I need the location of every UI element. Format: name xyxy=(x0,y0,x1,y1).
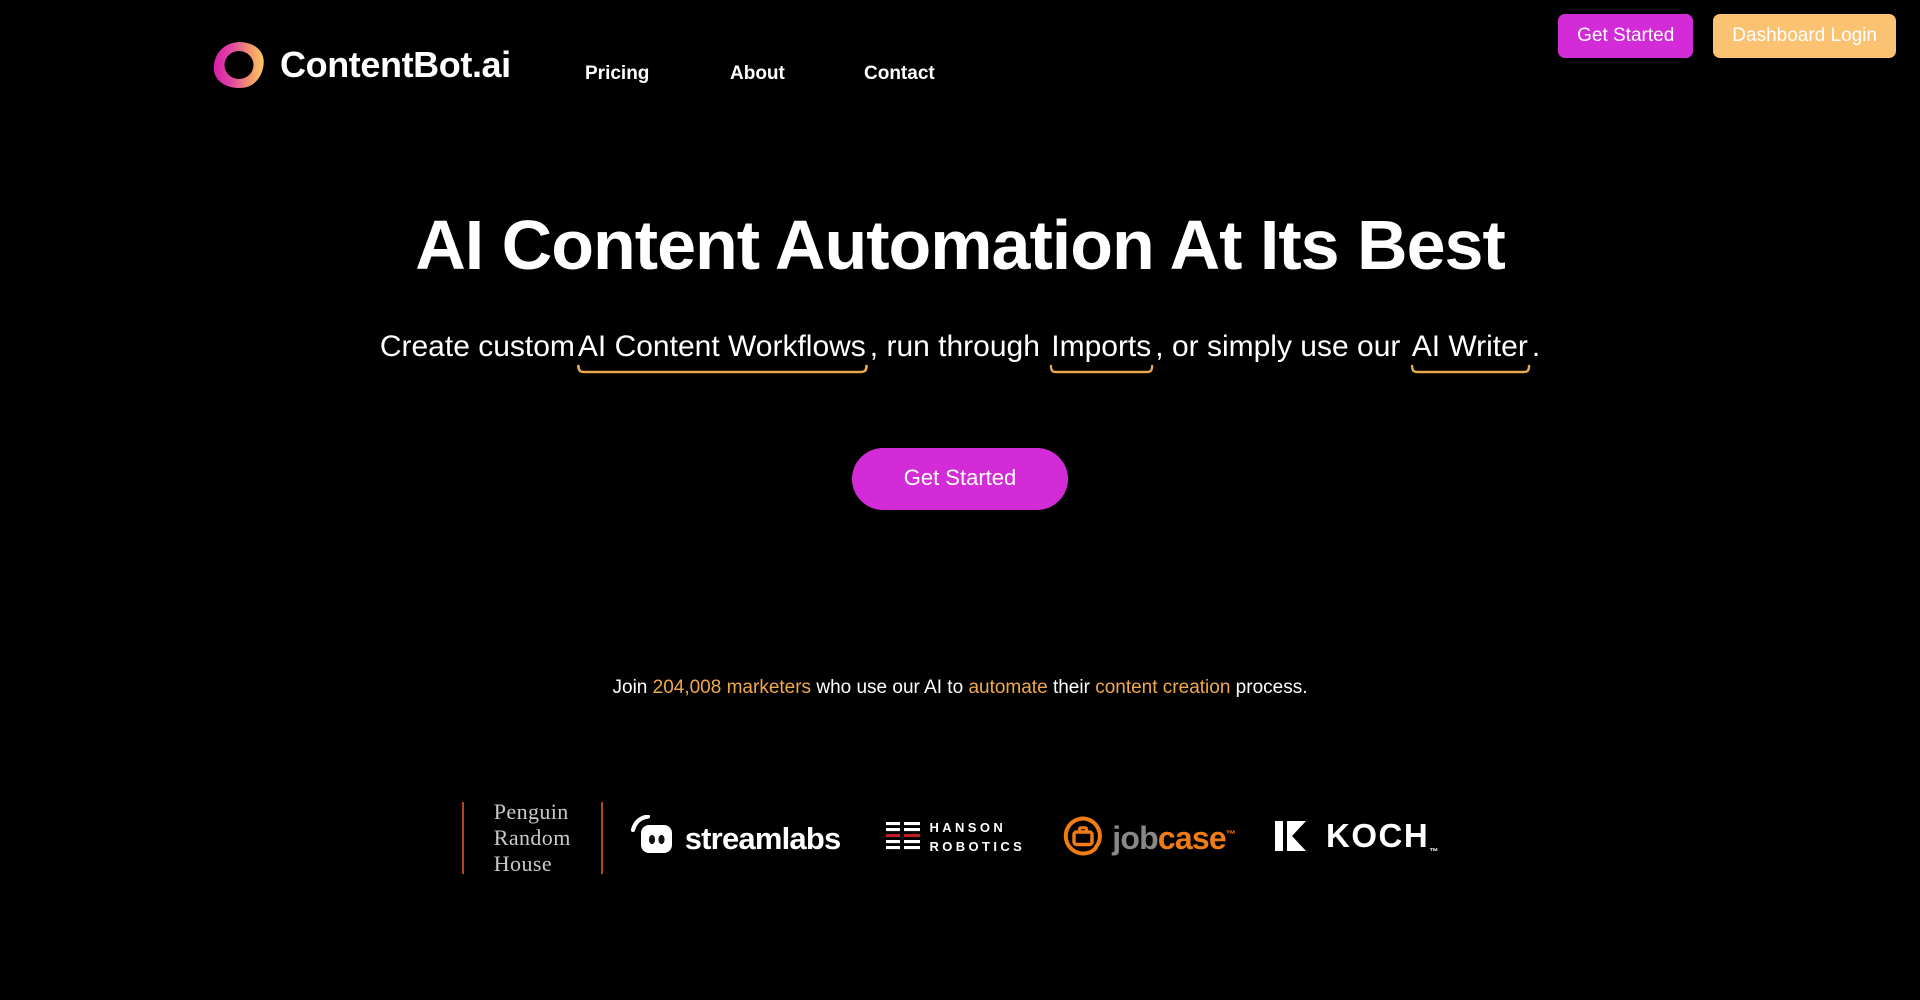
logo-hanson-robotics: HANSON ROBOTICS xyxy=(868,819,1043,857)
link-ai-writer-label: AI Writer xyxy=(1411,330,1528,363)
gradient-ring-icon xyxy=(212,40,266,90)
streamlabs-wordmark: streamlabs xyxy=(684,820,842,856)
subhead-text-1: Create custom xyxy=(379,330,575,363)
hanson-bars-icon xyxy=(886,820,921,857)
logo-penguin-random-house: Penguin Random House xyxy=(464,799,601,876)
jobcase-word-job: job xyxy=(1112,820,1158,856)
logo-jobcase: jobcase™ xyxy=(1043,816,1255,861)
jobcase-word-case: case xyxy=(1157,820,1227,856)
koch-wordmark: KOCH™ xyxy=(1326,819,1438,857)
nav-item-contact[interactable]: Contact xyxy=(864,63,984,85)
subhead-text-3: , or simply use our xyxy=(1155,330,1409,363)
penguin-random-house-wordmark: Penguin Random House xyxy=(464,799,601,876)
landing-page: ContentBot.ai Pricing About Contact Get … xyxy=(0,0,1920,1000)
brand-logo[interactable]: ContentBot.ai xyxy=(212,40,511,90)
hero-subheadline: Create custom AI Content Workflows , run … xyxy=(0,327,1920,374)
prh-line-1: Penguin xyxy=(493,799,569,825)
koch-word-text: KOCH xyxy=(1326,817,1430,855)
link-imports[interactable]: Imports xyxy=(1048,327,1155,374)
social-proof-verb: automate xyxy=(968,677,1048,698)
koch-tm: ™ xyxy=(1429,846,1439,857)
underline-swoosh-icon xyxy=(1410,364,1530,374)
customer-logo-strip: Penguin Random House streamlabs HANSON R… xyxy=(0,790,1920,886)
header-actions: Get Started Dashboard Login xyxy=(1558,14,1896,58)
prh-line-2: Random xyxy=(493,825,571,851)
social-proof-mid-2: their xyxy=(1047,677,1096,698)
social-proof-text: Join 204,008 marketers who use our AI to… xyxy=(0,677,1920,699)
social-proof-mid-1: who use our AI to xyxy=(811,677,969,698)
jobcase-briefcase-icon xyxy=(1063,816,1103,861)
hero-get-started-button[interactable]: Get Started xyxy=(851,448,1069,510)
subhead-text-2: , run through xyxy=(869,330,1049,363)
link-ai-content-workflows[interactable]: AI Content Workflows xyxy=(575,327,870,374)
underline-swoosh-icon xyxy=(1050,364,1154,374)
underline-swoosh-icon xyxy=(576,364,868,374)
social-proof-post: process. xyxy=(1230,677,1308,698)
link-imports-label: Imports xyxy=(1051,330,1152,363)
site-header: ContentBot.ai Pricing About Contact Get … xyxy=(0,0,1920,110)
streamlabs-icon xyxy=(630,813,675,862)
prh-line-3: House xyxy=(493,850,552,876)
subhead-text-4: . xyxy=(1531,330,1541,363)
brand-name: ContentBot.ai xyxy=(280,44,511,85)
nav-item-pricing[interactable]: Pricing xyxy=(585,63,730,85)
nav-item-about[interactable]: About xyxy=(730,63,864,85)
dashboard-login-button[interactable]: Dashboard Login xyxy=(1713,14,1896,58)
primary-nav: Pricing About Contact xyxy=(585,63,984,85)
link-ai-content-workflows-label: AI Content Workflows xyxy=(577,330,866,363)
hanson-line-1: HANSON xyxy=(929,820,1007,836)
get-started-button[interactable]: Get Started xyxy=(1558,14,1694,58)
logo-koch: KOCH™ xyxy=(1255,819,1458,857)
koch-chevron-icon xyxy=(1275,820,1317,856)
jobcase-wordmark: jobcase™ xyxy=(1112,820,1236,856)
social-proof-noun: content creation xyxy=(1095,677,1231,698)
logo-streamlabs: streamlabs xyxy=(603,813,869,862)
jobcase-tm: ™ xyxy=(1225,829,1236,841)
page-title: AI Content Automation At Its Best xyxy=(415,206,1506,284)
hanson-line-2: ROBOTICS xyxy=(929,839,1026,854)
hero-cta-wrapper: Get Started xyxy=(0,448,1920,510)
link-ai-writer[interactable]: AI Writer xyxy=(1409,327,1532,374)
social-proof-count: 204,008 marketers xyxy=(652,677,812,698)
social-proof-pre: Join xyxy=(612,677,653,698)
